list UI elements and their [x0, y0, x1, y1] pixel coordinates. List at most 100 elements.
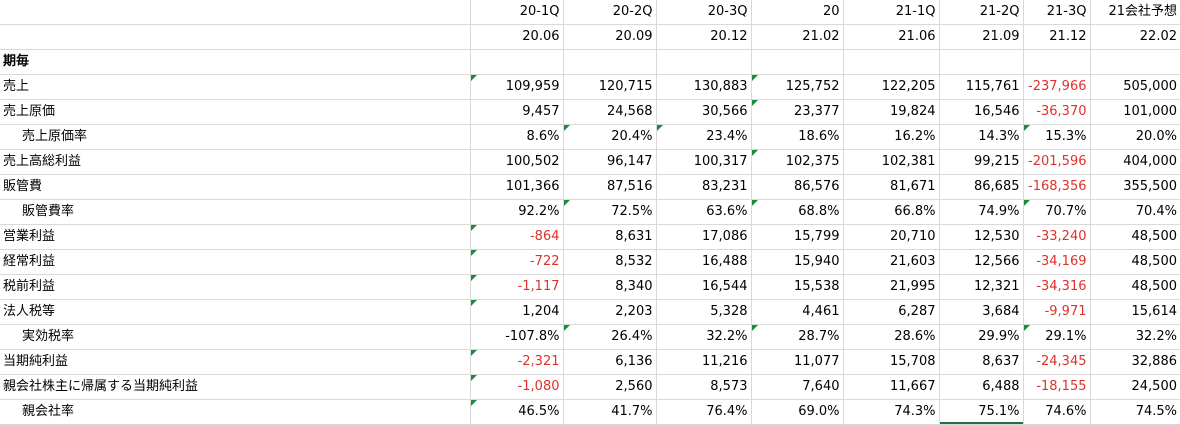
- empty-cell[interactable]: [843, 49, 940, 75]
- value-cell[interactable]: 86,685: [939, 174, 1024, 200]
- value-cell[interactable]: 12,530: [939, 224, 1024, 250]
- value-cell[interactable]: -864: [470, 224, 564, 250]
- value-cell[interactable]: 74.3%: [843, 399, 940, 425]
- value-cell[interactable]: 41.7%: [563, 399, 657, 425]
- value-cell[interactable]: 96,147: [563, 149, 657, 175]
- value-cell[interactable]: 86,576: [751, 174, 844, 200]
- value-cell[interactable]: 48,500: [1090, 249, 1180, 275]
- value-cell[interactable]: 72.5%: [563, 199, 657, 225]
- value-cell[interactable]: 102,375: [751, 149, 844, 175]
- value-cell[interactable]: 15,538: [751, 274, 844, 300]
- section-label[interactable]: 期毎: [0, 49, 471, 75]
- value-cell[interactable]: 2,203: [563, 299, 657, 325]
- row-label[interactable]: 親会社株主に帰属する当期純利益: [0, 374, 471, 400]
- row-label[interactable]: 販管費率: [0, 199, 471, 225]
- value-cell[interactable]: -722: [470, 249, 564, 275]
- value-cell[interactable]: 24,500: [1090, 374, 1180, 400]
- dates-cell[interactable]: 21.09: [939, 24, 1024, 50]
- value-cell[interactable]: 100,317: [656, 149, 752, 175]
- dates-cell[interactable]: 22.02: [1090, 24, 1180, 50]
- row-label[interactable]: 営業利益: [0, 224, 471, 250]
- value-cell[interactable]: 29.9%: [939, 324, 1024, 350]
- empty-cell[interactable]: [563, 49, 657, 75]
- value-cell[interactable]: 8,631: [563, 224, 657, 250]
- value-cell[interactable]: 404,000: [1090, 149, 1180, 175]
- value-cell[interactable]: 355,500: [1090, 174, 1180, 200]
- value-cell[interactable]: 74.5%: [1090, 399, 1180, 425]
- value-cell[interactable]: 125,752: [751, 74, 844, 100]
- value-cell[interactable]: 8,532: [563, 249, 657, 275]
- value-cell[interactable]: 63.6%: [656, 199, 752, 225]
- value-cell[interactable]: 66.8%: [843, 199, 940, 225]
- empty-cell[interactable]: [470, 49, 564, 75]
- value-cell[interactable]: 16,546: [939, 99, 1024, 125]
- value-cell[interactable]: 68.8%: [751, 199, 844, 225]
- value-cell[interactable]: 19,824: [843, 99, 940, 125]
- value-cell[interactable]: 18.6%: [751, 124, 844, 150]
- row-label[interactable]: 売上高総利益: [0, 149, 471, 175]
- value-cell[interactable]: -34,316: [1023, 274, 1091, 300]
- empty-cell[interactable]: [1023, 49, 1091, 75]
- value-cell[interactable]: 8,637: [939, 349, 1024, 375]
- value-cell[interactable]: 14.3%: [939, 124, 1024, 150]
- value-cell[interactable]: 21,603: [843, 249, 940, 275]
- value-cell[interactable]: 23,377: [751, 99, 844, 125]
- value-cell[interactable]: 15,940: [751, 249, 844, 275]
- periods-cell[interactable]: 21-3Q: [1023, 0, 1091, 25]
- value-cell[interactable]: 15,708: [843, 349, 940, 375]
- value-cell[interactable]: 15,614: [1090, 299, 1180, 325]
- dates-cell[interactable]: 20.09: [563, 24, 657, 50]
- empty-cell[interactable]: [751, 49, 844, 75]
- value-cell[interactable]: 20.4%: [563, 124, 657, 150]
- value-cell[interactable]: 101,366: [470, 174, 564, 200]
- row-label[interactable]: 売上原価率: [0, 124, 471, 150]
- value-cell[interactable]: -24,345: [1023, 349, 1091, 375]
- value-cell[interactable]: 32,886: [1090, 349, 1180, 375]
- value-cell[interactable]: 28.7%: [751, 324, 844, 350]
- periods-cell[interactable]: 21-2Q: [939, 0, 1024, 25]
- value-cell[interactable]: -2,321: [470, 349, 564, 375]
- value-cell[interactable]: 48,500: [1090, 224, 1180, 250]
- value-cell[interactable]: 70.7%: [1023, 199, 1091, 225]
- value-cell[interactable]: 11,667: [843, 374, 940, 400]
- value-cell[interactable]: 109,959: [470, 74, 564, 100]
- value-cell[interactable]: -201,596: [1023, 149, 1091, 175]
- value-cell[interactable]: 74.6%: [1023, 399, 1091, 425]
- periods-label-cell[interactable]: [0, 0, 471, 25]
- value-cell[interactable]: 6,488: [939, 374, 1024, 400]
- value-cell[interactable]: 76.4%: [656, 399, 752, 425]
- value-cell[interactable]: 20.0%: [1090, 124, 1180, 150]
- periods-cell[interactable]: 20-2Q: [563, 0, 657, 25]
- value-cell[interactable]: 69.0%: [751, 399, 844, 425]
- dates-label-cell[interactable]: [0, 24, 471, 50]
- value-cell[interactable]: 48,500: [1090, 274, 1180, 300]
- value-cell[interactable]: 24,568: [563, 99, 657, 125]
- value-cell[interactable]: 83,231: [656, 174, 752, 200]
- value-cell[interactable]: 70.4%: [1090, 199, 1180, 225]
- value-cell[interactable]: 46.5%: [470, 399, 564, 425]
- value-cell[interactable]: 6,287: [843, 299, 940, 325]
- value-cell[interactable]: 12,321: [939, 274, 1024, 300]
- value-cell[interactable]: 1,204: [470, 299, 564, 325]
- value-cell[interactable]: 75.1%: [939, 399, 1024, 425]
- value-cell[interactable]: -107.8%: [470, 324, 564, 350]
- value-cell[interactable]: 16.2%: [843, 124, 940, 150]
- value-cell[interactable]: 74.9%: [939, 199, 1024, 225]
- value-cell[interactable]: 15,799: [751, 224, 844, 250]
- empty-cell[interactable]: [1090, 49, 1180, 75]
- value-cell[interactable]: 6,136: [563, 349, 657, 375]
- value-cell[interactable]: -168,356: [1023, 174, 1091, 200]
- value-cell[interactable]: 32.2%: [656, 324, 752, 350]
- row-label[interactable]: 実効税率: [0, 324, 471, 350]
- value-cell[interactable]: 8,573: [656, 374, 752, 400]
- row-label[interactable]: 売上原価: [0, 99, 471, 125]
- row-label[interactable]: 税前利益: [0, 274, 471, 300]
- value-cell[interactable]: 4,461: [751, 299, 844, 325]
- value-cell[interactable]: 29.1%: [1023, 324, 1091, 350]
- value-cell[interactable]: 87,516: [563, 174, 657, 200]
- value-cell[interactable]: -36,370: [1023, 99, 1091, 125]
- value-cell[interactable]: 7,640: [751, 374, 844, 400]
- dates-cell[interactable]: 20.06: [470, 24, 564, 50]
- value-cell[interactable]: -18,155: [1023, 374, 1091, 400]
- value-cell[interactable]: 122,205: [843, 74, 940, 100]
